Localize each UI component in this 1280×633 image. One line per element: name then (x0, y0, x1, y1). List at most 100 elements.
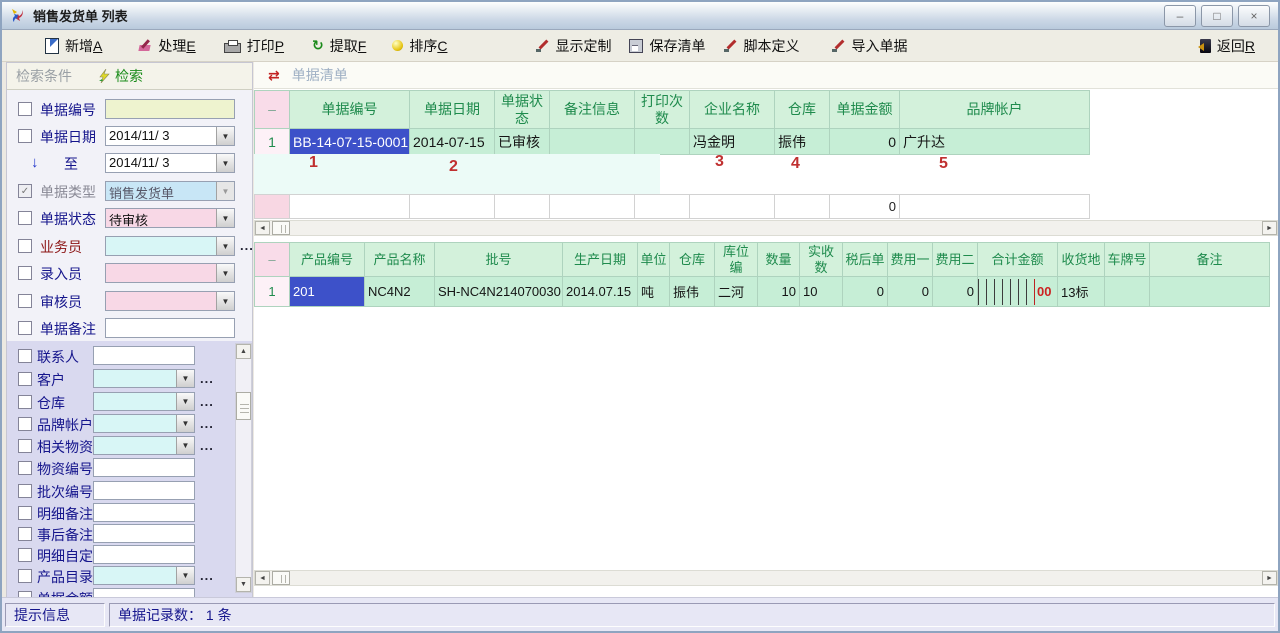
product-catalog-more-button[interactable]: ... (200, 568, 214, 583)
detail-memo-input[interactable] (93, 503, 195, 522)
col-header-delivery[interactable]: 收货地 (1058, 243, 1105, 277)
col-header-memo[interactable]: 备注信息 (550, 91, 635, 129)
doc-memo-input[interactable] (105, 318, 235, 338)
cell-note[interactable] (1150, 277, 1270, 307)
cell-warehouse[interactable]: 振伟 (775, 129, 830, 155)
col-header-note[interactable]: 备注 (1150, 243, 1270, 277)
cell-product-no[interactable]: 201 (290, 277, 365, 307)
cell-doc-status[interactable]: 已审核 (495, 129, 550, 155)
salesman-checkbox[interactable] (18, 239, 32, 253)
col-header-location[interactable]: 库位编 (715, 243, 758, 277)
warehouse-more-button[interactable]: ... (200, 394, 214, 409)
auditor-select[interactable]: ▼ (105, 291, 235, 311)
col-header-fee1[interactable]: 费用一 (888, 243, 933, 277)
cell-doc-date[interactable]: 2014-07-15 (410, 129, 495, 155)
col-header-product-name[interactable]: 产品名称 (365, 243, 435, 277)
col-header-amount[interactable]: 单据金额 (830, 91, 900, 129)
filters-vertical-scrollbar[interactable]: ▲ ▼ (235, 343, 252, 593)
cell-fee2[interactable]: 0 (933, 277, 978, 307)
col-header-warehouse[interactable]: 仓库 (775, 91, 830, 129)
warehouse-select[interactable]: ▼ (93, 392, 195, 411)
batch-no-checkbox[interactable] (18, 484, 32, 498)
col-header-unit[interactable]: 单位 (638, 243, 670, 277)
related-material-more-button[interactable]: ... (200, 438, 214, 453)
detail-table-row[interactable]: 1 201 NC4N2 SH-NC4N214070030 2014.07.15 … (255, 277, 1270, 307)
cell-fee1[interactable]: 0 (888, 277, 933, 307)
entry-clerk-select[interactable]: ▼ (105, 263, 235, 283)
chevron-down-icon[interactable]: ▼ (216, 264, 234, 282)
cell-company[interactable]: 冯金明 (690, 129, 775, 155)
scroll-right-arrow[interactable]: ► (1262, 221, 1277, 235)
contact-input[interactable] (93, 346, 195, 365)
sort-button[interactable]: 排序C (387, 33, 452, 59)
detail-custom-input[interactable] (93, 545, 195, 564)
chevron-down-icon[interactable]: ▼ (216, 292, 234, 310)
customer-checkbox[interactable] (18, 372, 32, 386)
warehouse-checkbox[interactable] (18, 395, 32, 409)
cell-row-index[interactable]: 1 (255, 129, 290, 155)
cell-row-index[interactable]: 1 (255, 277, 290, 307)
chevron-down-icon[interactable]: ▼ (176, 370, 194, 387)
chevron-down-icon[interactable]: ▼ (216, 127, 234, 145)
scroll-left-arrow[interactable]: ◄ (255, 221, 270, 235)
doc-no-checkbox[interactable] (18, 102, 32, 116)
col-header-doc-date[interactable]: 单据日期 (410, 91, 495, 129)
cell-print-count[interactable] (635, 129, 690, 155)
doc-no-input[interactable] (105, 99, 235, 119)
cell-prod-date[interactable]: 2014.07.15 (563, 277, 638, 307)
cell-unit[interactable]: 吨 (638, 277, 670, 307)
maximize-button[interactable]: □ (1201, 5, 1233, 27)
scroll-down-arrow[interactable]: ▼ (236, 577, 251, 592)
extract-button[interactable]: ↻ 提取F (307, 33, 371, 59)
search-button[interactable]: 检索 (98, 66, 143, 86)
contact-checkbox[interactable] (18, 349, 32, 363)
close-button[interactable]: × (1238, 5, 1270, 27)
col-header-doc-no[interactable]: 单据编号 (290, 91, 410, 129)
salesman-more-button[interactable]: ... (240, 238, 254, 253)
cell-memo[interactable] (550, 129, 635, 155)
cell-tax-price[interactable]: 0 (843, 277, 888, 307)
print-button[interactable]: 打印P (219, 33, 289, 59)
cell-product-name[interactable]: NC4N2 (365, 277, 435, 307)
col-header-warehouse[interactable]: 仓库 (670, 243, 715, 277)
batch-no-input[interactable] (93, 481, 195, 500)
product-catalog-checkbox[interactable] (18, 569, 32, 583)
cell-location[interactable]: 二河 (715, 277, 758, 307)
col-header-product-no[interactable]: 产品编号 (290, 243, 365, 277)
chevron-down-icon[interactable]: ▼ (176, 393, 194, 410)
cell-doc-no[interactable]: BB-14-07-15-0001 (290, 129, 410, 155)
chevron-down-icon[interactable]: ▼ (176, 415, 194, 432)
brand-account-checkbox[interactable] (18, 417, 32, 431)
chevron-down-icon[interactable]: ▼ (176, 437, 194, 454)
detail-table-hscrollbar[interactable]: ◄ ► (254, 570, 1278, 586)
cell-qty[interactable]: 10 (758, 277, 800, 307)
cell-delivery[interactable]: 13标 (1058, 277, 1105, 307)
col-header-print-count[interactable]: 打印次数 (635, 91, 690, 129)
chevron-down-icon[interactable]: ▼ (216, 154, 234, 172)
related-material-checkbox[interactable] (18, 439, 32, 453)
save-list-button[interactable]: 保存清单 (624, 33, 710, 59)
col-header-qty[interactable]: 数量 (758, 243, 800, 277)
cell-batch[interactable]: SH-NC4N214070030 (435, 277, 563, 307)
process-button[interactable]: 处理E (133, 33, 200, 59)
col-header-plate[interactable]: 车牌号 (1105, 243, 1150, 277)
scroll-right-arrow[interactable]: ► (1262, 571, 1277, 585)
cell-total-amount[interactable]: 00 (978, 277, 1058, 307)
product-catalog-select[interactable]: ▼ (93, 566, 195, 585)
customer-select[interactable]: ▼ (93, 369, 195, 388)
scrollbar-thumb[interactable] (272, 221, 290, 235)
col-header-received[interactable]: 实收数 (800, 243, 843, 277)
new-button[interactable]: 新增A (40, 33, 107, 59)
scrollbar-thumb[interactable] (236, 392, 251, 420)
cell-received[interactable]: 10 (800, 277, 843, 307)
chevron-down-icon[interactable]: ▼ (176, 567, 194, 584)
related-material-select[interactable]: ▼ (93, 436, 195, 455)
entry-clerk-checkbox[interactable] (18, 266, 32, 280)
col-header-batch[interactable]: 批号 (435, 243, 563, 277)
import-doc-button[interactable]: 导入单据 (826, 33, 912, 59)
after-memo-input[interactable] (93, 524, 195, 543)
brand-account-more-button[interactable]: ... (200, 416, 214, 431)
cell-amount[interactable]: 0 (830, 129, 900, 155)
scroll-left-arrow[interactable]: ◄ (255, 571, 270, 585)
after-memo-checkbox[interactable] (18, 527, 32, 541)
